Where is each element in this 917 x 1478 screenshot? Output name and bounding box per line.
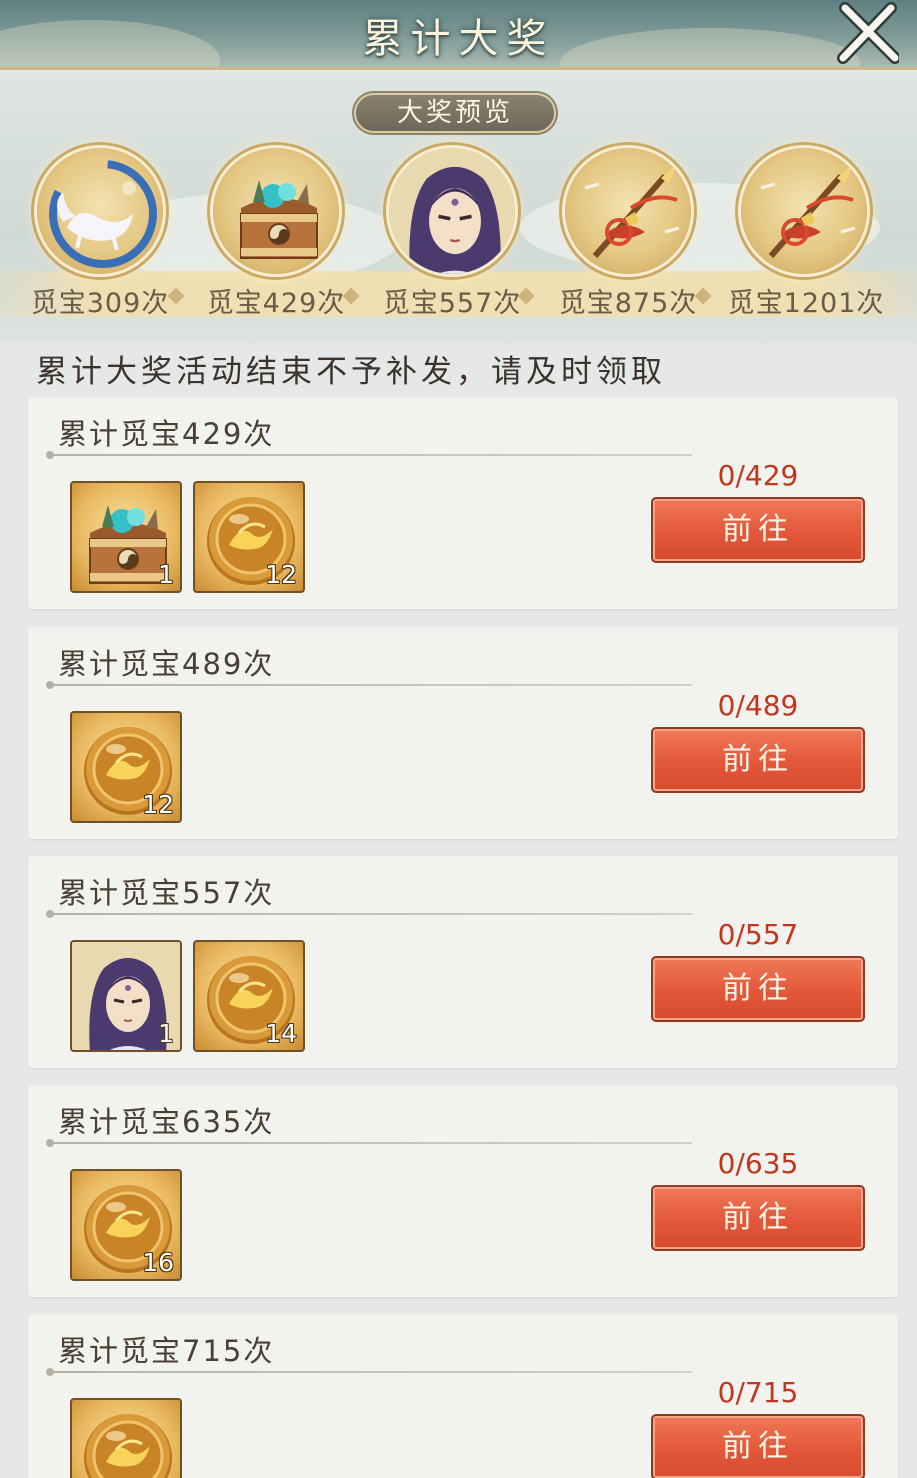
reward-title: 累计觅宝715次 — [58, 1334, 275, 1368]
divider — [46, 1139, 692, 1147]
divider — [46, 681, 692, 689]
progress-count: 0/715 — [717, 1376, 799, 1409]
item-count: 1 — [158, 560, 174, 589]
prize-preview-label: 觅宝309次 — [30, 288, 170, 319]
reward-title: 累计觅宝557次 — [58, 876, 275, 910]
go-button[interactable]: 前往 — [651, 956, 865, 1022]
progress-count: 0/635 — [717, 1147, 799, 1180]
divider — [46, 451, 692, 459]
reward-card: 累计觅宝635次 16 0/635 前往 — [28, 1085, 898, 1297]
go-button[interactable]: 前往 — [651, 497, 865, 563]
fox-spirit-icon — [37, 148, 166, 277]
go-button[interactable]: 前往 — [651, 727, 865, 793]
reward-card: 累计觅宝715次 0/715 前往 — [28, 1314, 898, 1478]
prize-preview-label: 觅宝1201次 — [727, 288, 885, 319]
page-title: 累计大奖 — [362, 16, 555, 62]
spear-weapon-icon — [741, 148, 870, 277]
reward-title: 累计觅宝635次 — [58, 1105, 275, 1139]
item-count: 14 — [265, 1019, 297, 1048]
item-count: 16 — [142, 1248, 174, 1277]
go-button[interactable]: 前往 — [651, 1185, 865, 1251]
prize-preview-label: 觅宝429次 — [206, 288, 346, 319]
prize-preview-label: 觅宝557次 — [382, 288, 522, 319]
progress-count: 0/489 — [717, 689, 799, 722]
reward-card: 累计觅宝429次 1 12 0/429 前往 — [28, 397, 898, 609]
treasure-chest-icon — [240, 179, 318, 259]
reward-item[interactable]: 12 — [193, 481, 305, 593]
reward-card: 累计觅宝557次 1 14 0/557 前往 — [28, 856, 898, 1068]
gold-coin-icon — [72, 1400, 182, 1478]
reward-title: 累计觅宝429次 — [58, 417, 275, 451]
item-count: 12 — [265, 560, 297, 589]
reward-item[interactable] — [70, 1398, 182, 1478]
prize-preview-label: 觅宝875次 — [558, 288, 698, 319]
grand-prize-preview: 大奖预览 觅宝309次 觅宝429次 觅宝557次 觅宝875次 觅宝1201次 — [0, 73, 917, 343]
spear-weapon-icon — [565, 148, 694, 277]
reward-item[interactable]: 12 — [70, 711, 182, 823]
progress-count: 0/429 — [717, 459, 799, 492]
divider — [46, 910, 692, 918]
reward-item[interactable]: 1 — [70, 481, 182, 593]
item-count: 12 — [142, 790, 174, 819]
preview-header-pill: 大奖预览 — [354, 93, 556, 133]
reward-card: 累计觅宝489次 12 0/489 前往 — [28, 627, 898, 839]
title-bar: 累计大奖 — [0, 0, 917, 70]
hero-portrait-icon — [389, 148, 518, 277]
item-count: 1 — [158, 1019, 174, 1048]
close-button[interactable] — [837, 2, 899, 64]
reward-item[interactable]: 14 — [193, 940, 305, 1052]
reward-item[interactable]: 16 — [70, 1169, 182, 1281]
reward-title: 累计觅宝489次 — [58, 647, 275, 681]
notice-text: 累计大奖活动结束不予补发，请及时领取 — [36, 354, 666, 390]
go-button[interactable]: 前往 — [651, 1414, 865, 1478]
reward-item[interactable]: 1 — [70, 940, 182, 1052]
progress-count: 0/557 — [717, 918, 799, 951]
close-icon — [837, 2, 899, 64]
divider — [46, 1368, 692, 1376]
